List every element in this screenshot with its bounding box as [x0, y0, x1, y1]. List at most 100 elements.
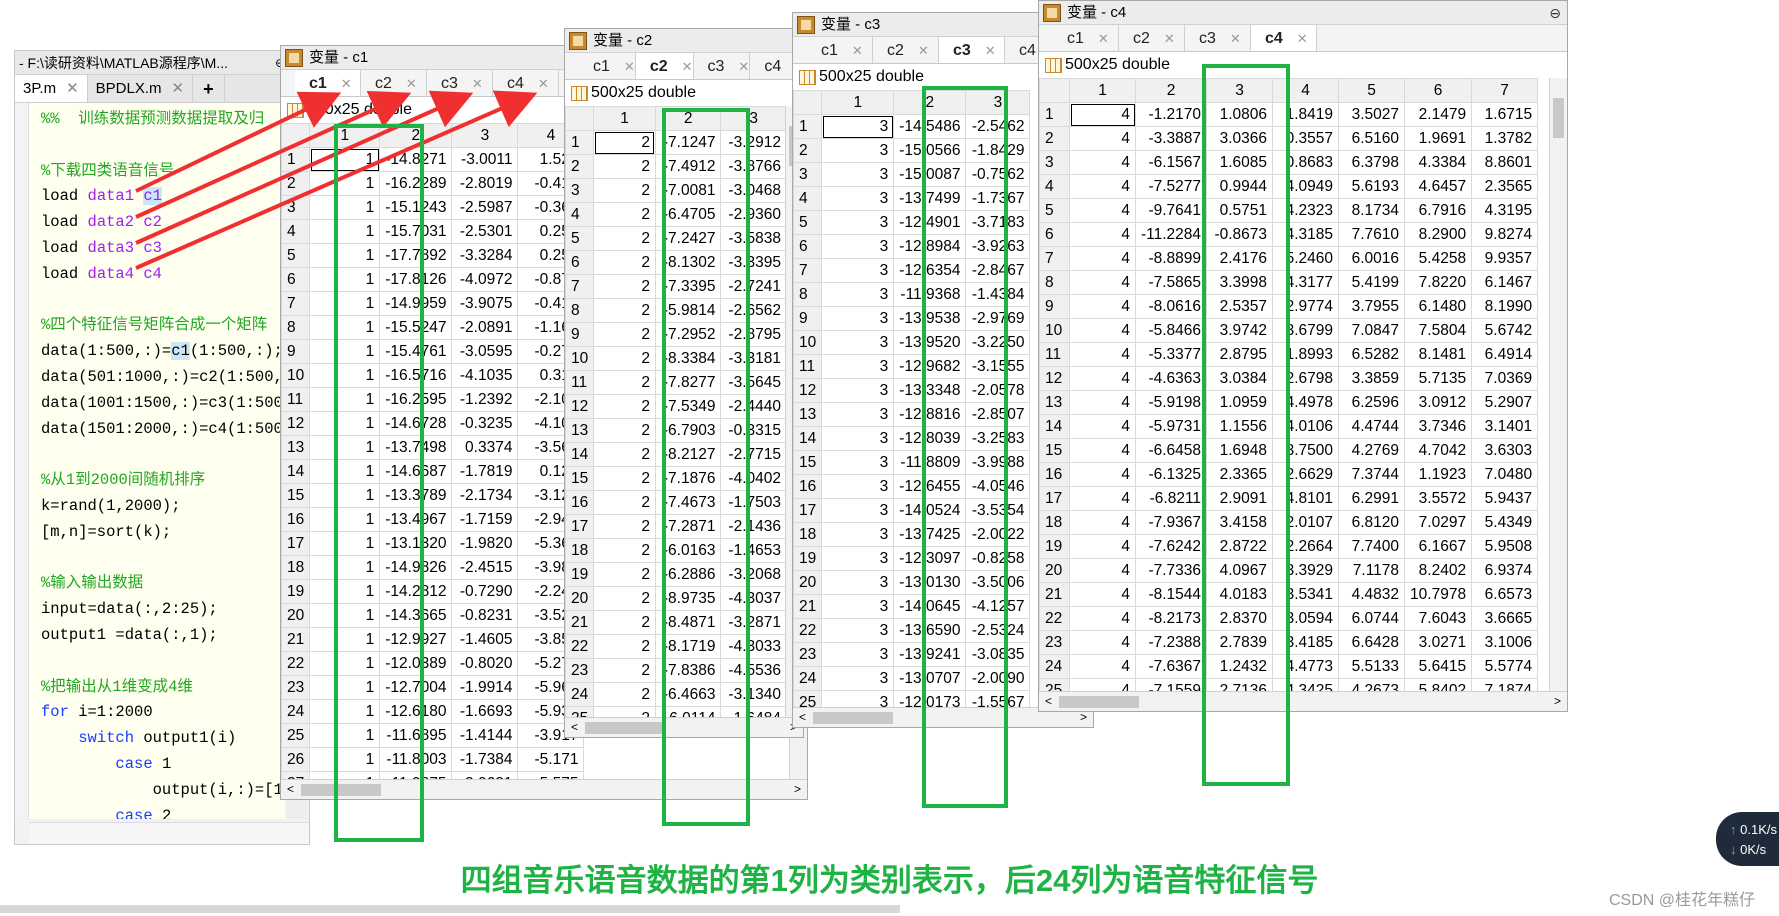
table-cell[interactable]: -3.0835	[965, 642, 1031, 667]
row-header[interactable]: 22	[565, 634, 595, 659]
table-cell[interactable]: -3.0011	[451, 147, 519, 172]
table-cell[interactable]: -6.1325	[1134, 462, 1208, 487]
scroll-thumb[interactable]	[1553, 98, 1564, 138]
table-cell[interactable]: 3	[821, 498, 895, 523]
table-cell[interactable]: 3	[821, 546, 895, 571]
row-header[interactable]: 4	[281, 219, 311, 244]
row-header[interactable]: 10	[793, 330, 823, 355]
row-header[interactable]: 5	[793, 210, 823, 235]
table-cell[interactable]: -3.2250	[965, 330, 1031, 355]
table-cell[interactable]: 3	[821, 618, 895, 643]
table-cell[interactable]: 3	[821, 114, 895, 139]
table-cell[interactable]: 6.6428	[1338, 630, 1406, 655]
table-cell[interactable]: -8.2127	[654, 442, 722, 467]
column-header[interactable]: 1	[821, 90, 895, 115]
table-cell[interactable]: 4	[1069, 486, 1136, 511]
table-cell[interactable]: 3.9742	[1206, 318, 1274, 343]
table-cell[interactable]: -7.6367	[1134, 654, 1208, 679]
table-cell[interactable]: 2	[593, 490, 656, 515]
table-cell[interactable]: 4	[1069, 582, 1136, 607]
table-cell[interactable]: -13.4967	[379, 507, 453, 532]
row-header[interactable]: 24	[281, 699, 311, 724]
table-cell[interactable]: 2	[593, 154, 656, 179]
table-cell[interactable]: 3.0594	[1272, 606, 1340, 631]
table-cell[interactable]: -4.0402	[720, 466, 787, 491]
table-cell[interactable]: 5.6742	[1471, 318, 1539, 343]
table-cell[interactable]: 3	[821, 666, 895, 691]
tab-c3[interactable]: c3 ✕	[427, 70, 493, 96]
table-cell[interactable]: -3.2871	[720, 610, 787, 635]
table-cell[interactable]: 2.8370	[1206, 606, 1274, 631]
table-cell[interactable]: 3	[821, 282, 895, 307]
table-cell[interactable]: 2	[593, 634, 656, 659]
table-cell[interactable]: 4.4773	[1272, 654, 1340, 679]
table-cell[interactable]: -1.4605	[451, 627, 519, 652]
table-cell[interactable]: -7.7336	[1134, 558, 1208, 583]
table-cell[interactable]: 7.6043	[1404, 606, 1473, 631]
table-cell[interactable]: -2.5462	[965, 114, 1031, 139]
table-cell[interactable]: -1.7384	[451, 747, 519, 772]
column-header[interactable]: 1	[593, 106, 656, 131]
table-cell[interactable]: -2.1734	[451, 483, 519, 508]
table-cell[interactable]: 3.4158	[1206, 510, 1274, 535]
table-cell[interactable]: -2.0022	[965, 522, 1031, 547]
vertical-scrollbar[interactable]	[1549, 78, 1567, 691]
table-cell[interactable]: 4	[1069, 270, 1136, 295]
table-cell[interactable]: -7.6242	[1134, 534, 1208, 559]
horizontal-scrollbar[interactable]: <>	[281, 779, 807, 799]
table-cell[interactable]: -1.9914	[451, 675, 519, 700]
scroll-left-icon[interactable]: <	[571, 720, 578, 734]
table-cell[interactable]: 3.5341	[1272, 582, 1340, 607]
table-cell[interactable]: -12.9927	[379, 627, 453, 652]
table-cell[interactable]: -9.7641	[1134, 198, 1208, 223]
row-header[interactable]: 19	[793, 546, 823, 571]
table-cell[interactable]: 1	[309, 435, 381, 460]
table-cell[interactable]: -6.1567	[1134, 150, 1208, 175]
tab-c3[interactable]: c3 ✕	[1185, 25, 1251, 51]
close-icon[interactable]: ✕	[624, 59, 635, 74]
row-header[interactable]: 15	[565, 466, 595, 491]
table-cell[interactable]: 4	[1069, 462, 1136, 487]
table-cell[interactable]: 4	[1069, 102, 1136, 127]
column-header[interactable]: 2	[893, 90, 967, 115]
table-cell[interactable]: 1	[309, 699, 381, 724]
table-cell[interactable]: 4	[1069, 510, 1136, 535]
table-cell[interactable]: -1.2392	[451, 387, 519, 412]
table-cell[interactable]: -8.1544	[1134, 582, 1208, 607]
tab-c3[interactable]: c3 ✕	[939, 37, 1005, 63]
table-cell[interactable]: 7.1178	[1338, 558, 1406, 583]
column-header[interactable]: 7	[1471, 78, 1539, 103]
table-cell[interactable]: 3.1401	[1471, 414, 1539, 439]
table-cell[interactable]: 3.7346	[1404, 414, 1473, 439]
row-header[interactable]: 9	[565, 322, 595, 347]
row-header[interactable]: 9	[281, 339, 311, 364]
scroll-thumb[interactable]	[813, 712, 893, 724]
table-cell[interactable]: 1.6715	[1471, 102, 1539, 127]
table-cell[interactable]: 7.0847	[1338, 318, 1406, 343]
table-cell[interactable]: -8.9735	[654, 586, 722, 611]
table-cell[interactable]: -5.9198	[1134, 390, 1208, 415]
table-cell[interactable]: -8.3384	[654, 346, 722, 371]
close-icon[interactable]: ✕	[985, 43, 996, 58]
row-header[interactable]: 3	[281, 195, 311, 220]
column-header[interactable]: 1	[309, 123, 381, 148]
horizontal-scrollbar[interactable]: <>	[565, 717, 803, 737]
table-cell[interactable]: -12.8816	[893, 402, 967, 427]
table-cell[interactable]: -6.4705	[654, 202, 722, 227]
column-header[interactable]: 4	[1272, 78, 1340, 103]
row-header[interactable]: 8	[281, 315, 311, 340]
table-cell[interactable]: 1	[309, 579, 381, 604]
table-cell[interactable]: 2.3565	[1471, 174, 1539, 199]
row-header[interactable]: 13	[1039, 390, 1070, 415]
row-header[interactable]: 13	[565, 418, 595, 443]
close-icon[interactable]: ✕	[538, 76, 549, 91]
table-cell[interactable]: 7.7400	[1338, 534, 1406, 559]
row-header[interactable]: 13	[281, 435, 311, 460]
table-cell[interactable]: -14.2812	[379, 579, 453, 604]
table-cell[interactable]: 2.9091	[1206, 486, 1274, 511]
table-cell[interactable]: 3.5572	[1404, 486, 1473, 511]
row-header[interactable]: 4	[1039, 174, 1070, 199]
table-cell[interactable]: 2	[593, 322, 656, 347]
table-cell[interactable]: 3.0912	[1404, 390, 1473, 415]
row-header[interactable]: 18	[565, 538, 595, 563]
